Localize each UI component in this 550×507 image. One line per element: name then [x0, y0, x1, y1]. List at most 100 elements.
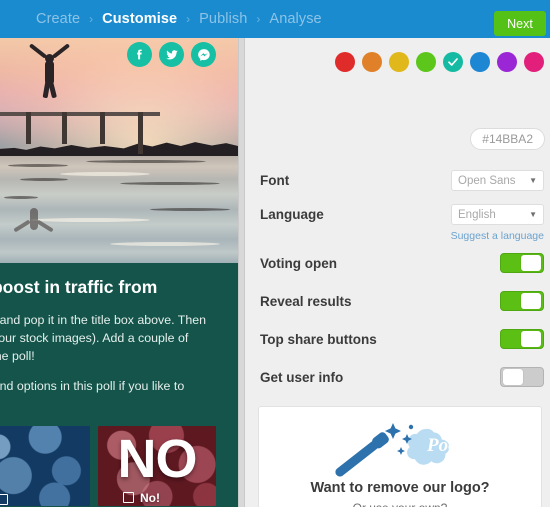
- water-ripple: [150, 208, 230, 211]
- pane-scrollbar[interactable]: [238, 38, 245, 507]
- breadcrumb-item-publish[interactable]: Publish: [199, 11, 247, 27]
- dock-post: [26, 112, 31, 144]
- facebook-icon[interactable]: [127, 42, 152, 67]
- poll-option-pick[interactable]: No!: [123, 491, 160, 505]
- top-share-buttons-label: Top share buttons: [260, 331, 377, 347]
- language-select-value: English: [458, 208, 496, 221]
- poll-description-line: from our stock images). Add a couple of: [0, 330, 189, 345]
- swatch-green[interactable]: [416, 52, 436, 72]
- poll-option-pick[interactable]: [0, 493, 14, 505]
- figure-arm-right: [51, 43, 71, 59]
- dock-rail: [0, 112, 160, 116]
- social-share-buttons: [127, 42, 216, 67]
- toggle-get-user-info[interactable]: [500, 367, 544, 387]
- check-icon: [443, 52, 463, 72]
- promo-heading: Want to remove our logo?: [310, 480, 490, 496]
- svg-text:Poof!: Poof!: [426, 435, 471, 456]
- toggle-knob: [521, 293, 541, 309]
- poof-graphic: Poof!: [335, 423, 471, 477]
- toggle-knob: [503, 369, 523, 385]
- language-select[interactable]: English ▼: [451, 204, 544, 225]
- breadcrumb-separator: ›: [89, 12, 94, 26]
- swatch-blue[interactable]: [470, 52, 490, 72]
- dock-post: [62, 112, 67, 144]
- language-label: Language: [260, 207, 324, 222]
- promo-subheading: Or use your own?: [259, 501, 541, 507]
- water-highlight: [60, 172, 150, 176]
- poll-content: uge boost in traffic from stion and pop …: [0, 263, 238, 506]
- figure-reflection: [12, 202, 56, 242]
- swatch-red[interactable]: [335, 52, 355, 72]
- suggest-a-language-link[interactable]: Suggest a language: [451, 230, 544, 242]
- language-row: Language English ▼: [260, 204, 544, 225]
- voting-open-row: Voting open: [260, 253, 544, 273]
- next-button[interactable]: Next: [494, 11, 546, 36]
- swatch-yellow[interactable]: [389, 52, 409, 72]
- font-row: Font Open Sans ▼: [260, 170, 544, 191]
- toggle-knob: [521, 255, 541, 271]
- poll-option-no[interactable]: NO No!: [98, 425, 216, 506]
- messenger-icon[interactable]: [191, 42, 216, 67]
- twitter-icon[interactable]: [159, 42, 184, 67]
- remove-logo-promo-card: Poof! Want to remove our logo? Or use yo…: [258, 406, 542, 507]
- toggle-voting-open[interactable]: [500, 253, 544, 273]
- reveal-results-row: Reveal results: [260, 291, 544, 311]
- swatch-teal[interactable]: [443, 52, 463, 72]
- water-ripple: [20, 178, 68, 181]
- color-swatch-picker: [335, 52, 544, 72]
- font-label: Font: [260, 173, 290, 188]
- dock-post: [138, 112, 143, 154]
- water-surface: [0, 156, 238, 263]
- toggle-reveal-results[interactable]: [500, 291, 544, 311]
- checkbox-icon[interactable]: [0, 493, 8, 505]
- chevron-down-icon: ▼: [529, 175, 537, 185]
- breadcrumb-item-create[interactable]: Create: [36, 11, 80, 27]
- chevron-down-icon: ▼: [529, 209, 537, 219]
- poll-description-line: are the poll!: [0, 348, 35, 363]
- hex-color-value[interactable]: #14BBA2: [470, 128, 545, 150]
- poll-description-line: title and options in this poll if you li…: [0, 378, 185, 393]
- poll-options: NO No!: [0, 425, 224, 506]
- checkbox-icon[interactable]: [123, 492, 134, 504]
- top-share-buttons-row: Top share buttons: [260, 329, 544, 349]
- toggle-knob: [521, 331, 541, 347]
- reflection-arm-right: [36, 219, 54, 233]
- water-ripple: [4, 196, 38, 199]
- font-select-value: Open Sans: [458, 174, 516, 187]
- swatch-pink[interactable]: [524, 52, 544, 72]
- get-user-info-label: Get user info: [260, 369, 344, 385]
- water-ripple: [86, 160, 206, 163]
- poll-description-line: stion and pop it in the title box above.…: [0, 312, 207, 327]
- font-select[interactable]: Open Sans ▼: [451, 170, 544, 191]
- breadcrumb-separator: ›: [186, 12, 191, 26]
- swatch-purple[interactable]: [497, 52, 517, 72]
- water-ripple: [8, 164, 68, 167]
- poll-description-line: t?): [0, 396, 224, 414]
- swatch-orange[interactable]: [362, 52, 382, 72]
- top-navigation-bar: Create › Customise › Publish › Analyse N…: [0, 0, 550, 38]
- dock-railing: [0, 112, 160, 154]
- dock-post: [100, 112, 105, 144]
- poll-preview-pane: uge boost in traffic from stion and pop …: [0, 38, 238, 507]
- breadcrumb-item-customise[interactable]: Customise: [102, 11, 177, 27]
- poll-description: stion and pop it in the title box above.…: [0, 312, 224, 414]
- breadcrumb-item-analyse[interactable]: Analyse: [269, 11, 321, 27]
- breadcrumb: Create › Customise › Publish › Analyse: [36, 11, 322, 27]
- breadcrumb-separator: ›: [256, 12, 261, 26]
- toggle-top-share-buttons[interactable]: [500, 329, 544, 349]
- get-user-info-row: Get user info: [260, 367, 544, 387]
- figure-leg-right: [48, 80, 57, 99]
- poll-title: uge boost in traffic from: [0, 277, 158, 297]
- poll-option-blue[interactable]: [0, 425, 90, 506]
- reflection-arm-left: [13, 219, 31, 233]
- reveal-results-label: Reveal results: [260, 293, 352, 309]
- reflection-torso: [30, 208, 38, 230]
- water-ripple: [120, 182, 220, 185]
- poll-option-big-label: NO: [117, 428, 198, 489]
- settings-pane: #14BBA2 Font Open Sans ▼ Language Englis…: [246, 38, 550, 507]
- magic-wand-poof-illustration: Poof!: [259, 407, 541, 479]
- poll-option-label: No!: [140, 490, 160, 505]
- voting-open-label: Voting open: [260, 255, 337, 271]
- poll-hero-image: [0, 38, 238, 263]
- jumping-person-silhouette: [27, 43, 75, 99]
